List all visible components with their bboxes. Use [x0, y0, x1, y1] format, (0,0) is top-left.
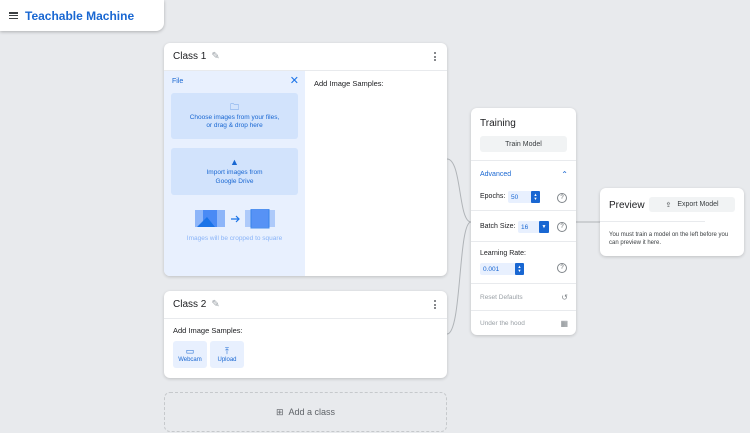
learning-rate-stepper[interactable]: ▲ ▼	[515, 263, 524, 275]
google-drive-icon: ▲	[230, 157, 239, 167]
more-options-icon[interactable]	[432, 298, 438, 311]
batch-size-label: Batch Size:	[480, 223, 516, 230]
edit-pencil-icon[interactable]: ✎	[211, 299, 219, 310]
upload-panel-title: File	[172, 78, 184, 85]
webcam-label: Webcam	[178, 357, 202, 363]
share-icon: ⇪	[665, 201, 672, 209]
chart-icon: ▦	[560, 319, 568, 328]
batch-size-value: 16	[521, 223, 529, 231]
export-model-button[interactable]: ⇪ Export Model	[649, 197, 735, 212]
choose-files-text: Choose images from your files, or drag &…	[189, 113, 280, 130]
class-card-2: Class 2 ✎ Add Image Samples: ▭ Webcam ⤒ …	[164, 291, 447, 378]
training-title: Training	[480, 118, 516, 129]
under-the-hood-label: Under the hood	[480, 320, 525, 327]
under-the-hood-button[interactable]: Under the hood ▦	[480, 319, 568, 328]
batch-size-help-icon[interactable]: ?	[557, 222, 567, 232]
caret-down-icon: ▼	[539, 221, 549, 233]
upload-label: Upload	[217, 357, 237, 363]
crop-illustration	[195, 209, 275, 229]
upload-icon: ⤒	[225, 346, 229, 356]
reset-defaults-label: Reset Defaults	[480, 294, 523, 301]
divider	[471, 241, 576, 242]
class-card-header: Class 1 ✎	[164, 43, 447, 71]
learning-rate-value: 0.001	[483, 265, 500, 273]
chevron-up-icon: ⌃	[561, 170, 568, 179]
close-icon[interactable]: ✕	[290, 76, 299, 87]
divider	[471, 210, 576, 211]
add-box-icon: ⊞	[275, 406, 284, 417]
class-card-1: Class 1 ✎ File ✕ 🗀 Choose images from yo…	[164, 43, 447, 276]
epochs-label: Epochs:	[480, 193, 506, 200]
training-panel: Training Train Model Advanced ⌃ Epochs: …	[471, 108, 576, 335]
samples-label: Add Image Samples:	[173, 326, 243, 335]
class-name[interactable]: Class 1	[173, 51, 206, 62]
preview-panel: Preview ⇪ Export Model You must train a …	[600, 188, 744, 256]
class-name[interactable]: Class 2	[173, 299, 206, 310]
divider	[600, 221, 705, 222]
epochs-help-icon[interactable]: ?	[557, 193, 567, 203]
divider	[471, 160, 576, 161]
drive-text: Import images from Google Drive	[206, 169, 263, 185]
folder-icon: 🗀	[229, 101, 239, 112]
learning-rate-input[interactable]: 0.001 ▲ ▼	[480, 263, 524, 275]
preview-title: Preview	[609, 200, 645, 211]
learning-rate-label: Learning Rate:	[480, 250, 526, 257]
edit-pencil-icon[interactable]: ✎	[211, 51, 219, 62]
reset-defaults-button[interactable]: Reset Defaults ↺	[480, 293, 568, 302]
advanced-label: Advanced	[480, 171, 512, 178]
samples-label: Add Image Samples:	[314, 79, 384, 88]
history-icon: ↺	[561, 293, 568, 302]
epochs-stepper[interactable]: ▲ ▼	[531, 191, 540, 203]
batch-size-select[interactable]: 16 ▼	[518, 221, 549, 233]
crop-note: Images will be cropped to square	[186, 235, 283, 242]
preview-note: You must train a model on the left befor…	[609, 232, 729, 246]
file-upload-panel: File ✕ 🗀 Choose images from your files, …	[164, 71, 305, 276]
divider	[471, 283, 576, 284]
advanced-toggle[interactable]: Advanced ⌃	[480, 170, 568, 179]
add-class-button[interactable]: ⊞ Add a class	[164, 392, 447, 432]
import-drive-button[interactable]: ▲ Import images from Google Drive	[171, 148, 298, 195]
epochs-input[interactable]: 50 ▲ ▼	[508, 191, 540, 203]
more-options-icon[interactable]	[432, 50, 438, 63]
train-model-button[interactable]: Train Model	[480, 136, 567, 152]
video-camera-icon: ▭	[185, 346, 195, 356]
epochs-value: 50	[511, 193, 519, 201]
webcam-button[interactable]: ▭ Webcam	[173, 341, 207, 368]
learning-rate-help-icon[interactable]: ?	[557, 263, 567, 273]
divider	[471, 310, 576, 311]
upload-button[interactable]: ⤒ Upload	[210, 341, 244, 368]
add-class-label: Add a class	[288, 407, 336, 417]
export-model-label: Export Model	[677, 201, 719, 208]
choose-files-dropzone[interactable]: 🗀 Choose images from your files, or drag…	[171, 93, 298, 139]
class-card-header: Class 2 ✎	[164, 291, 447, 319]
